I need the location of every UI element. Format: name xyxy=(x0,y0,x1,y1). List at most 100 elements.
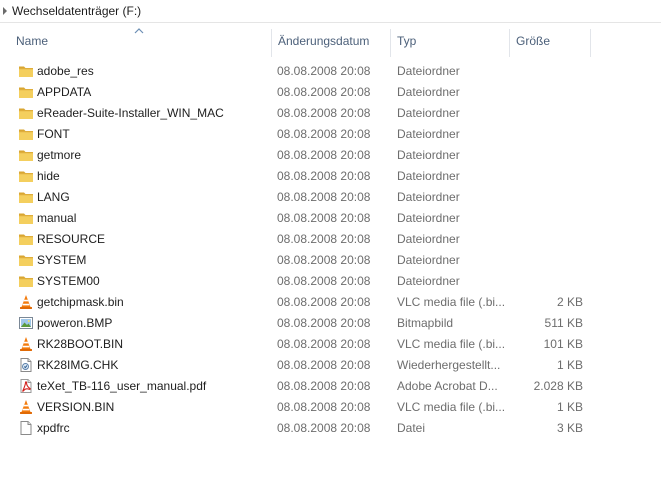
file-name: RK28BOOT.BIN xyxy=(37,337,124,351)
file-type: VLC media file (.bi... xyxy=(397,337,505,351)
folder-icon xyxy=(18,210,34,226)
list-item[interactable]: SYSTEM00 08.08.2008 20:08 Dateiordner xyxy=(0,271,661,292)
vlc-cone-icon xyxy=(18,294,34,310)
file-size: 101 KB xyxy=(543,337,583,351)
file-date: 08.08.2008 20:08 xyxy=(277,421,371,435)
file-name: teXet_TB-116_user_manual.pdf xyxy=(37,379,207,393)
file-date: 08.08.2008 20:08 xyxy=(277,295,371,309)
file-date: 08.08.2008 20:08 xyxy=(277,358,371,372)
folder-icon xyxy=(18,231,34,247)
list-item[interactable]: adobe_res 08.08.2008 20:08 Dateiordner xyxy=(0,61,661,82)
file-type: Dateiordner xyxy=(397,274,460,288)
folder-icon xyxy=(18,63,34,79)
folder-icon xyxy=(18,105,34,121)
column-header-bar: Name Änderungsdatum Typ Größe xyxy=(0,23,661,59)
bitmap-image-icon xyxy=(18,315,34,331)
list-item[interactable]: eReader-Suite-Installer_WIN_MAC 08.08.200… xyxy=(0,103,661,124)
chevron-right-icon[interactable] xyxy=(2,5,10,17)
list-item[interactable]: getchipmask.bin 08.08.2008 20:08 VLC media… xyxy=(0,292,661,313)
column-header-size-label: Größe xyxy=(516,34,551,48)
file-size: 2 KB xyxy=(556,295,583,309)
file-type: Dateiordner xyxy=(397,232,460,246)
list-item[interactable]: teXet_TB-116_user_manual.pdf 08.08.2008 2… xyxy=(0,376,661,397)
list-item[interactable]: VERSION.BIN 08.08.2008 20:08 VLC media fil… xyxy=(0,397,661,418)
folder-icon xyxy=(18,273,34,289)
list-item[interactable]: poweron.BMP 08.08.2008 20:08 Bitmapbild 511… xyxy=(0,313,661,334)
file-type: Bitmapbild xyxy=(397,316,454,330)
file-type: Dateiordner xyxy=(397,211,460,225)
sort-ascending-icon xyxy=(134,28,144,34)
file-name: VERSION.BIN xyxy=(37,400,115,414)
list-item[interactable]: FONT 08.08.2008 20:08 Dateiordner xyxy=(0,124,661,145)
file-type: VLC media file (.bi... xyxy=(397,295,505,309)
list-item[interactable]: SYSTEM 08.08.2008 20:08 Dateiordner xyxy=(0,250,661,271)
file-type: Dateiordner xyxy=(397,64,460,78)
file-date: 08.08.2008 20:08 xyxy=(277,169,371,183)
file-date: 08.08.2008 20:08 xyxy=(277,232,371,246)
file-type: Wiederhergestellt... xyxy=(397,358,501,372)
list-item[interactable]: getmore 08.08.2008 20:08 Dateiordner xyxy=(0,145,661,166)
file-date: 08.08.2008 20:08 xyxy=(277,337,371,351)
list-item[interactable]: xpdfrc 08.08.2008 20:08 Datei 3 KB xyxy=(0,418,661,439)
folder-icon xyxy=(18,252,34,268)
vlc-cone-icon xyxy=(18,399,34,415)
file-name: RESOURCE xyxy=(37,232,106,246)
file-date: 08.08.2008 20:08 xyxy=(277,211,371,225)
file-name: getmore xyxy=(37,148,82,162)
file-name: APPDATA xyxy=(37,85,92,99)
file-name: adobe_res xyxy=(37,64,94,78)
file-size: 2.028 KB xyxy=(533,379,583,393)
file-type: Dateiordner xyxy=(397,253,460,267)
file-type: Adobe Acrobat D... xyxy=(397,379,498,393)
column-header-size[interactable]: Größe xyxy=(510,23,590,59)
file-date: 08.08.2008 20:08 xyxy=(277,106,371,120)
file-name: getchipmask.bin xyxy=(37,295,124,309)
file-name: xpdfrc xyxy=(37,421,70,435)
file-list: adobe_res 08.08.2008 20:08 Dateiordner APPD… xyxy=(0,61,661,439)
column-divider[interactable] xyxy=(590,29,591,57)
breadcrumb[interactable]: Wechseldatenträger (F:) xyxy=(0,0,661,23)
file-name: SYSTEM00 xyxy=(37,274,100,288)
file-name: LANG xyxy=(37,190,70,204)
file-type: Dateiordner xyxy=(397,127,460,141)
file-type: VLC media file (.bi... xyxy=(397,400,505,414)
file-date: 08.08.2008 20:08 xyxy=(277,316,371,330)
file-size: 511 KB xyxy=(544,316,583,330)
file-date: 08.08.2008 20:08 xyxy=(277,274,371,288)
column-header-type-label: Typ xyxy=(397,34,417,48)
file-name: hide xyxy=(37,169,60,183)
pdf-icon xyxy=(18,378,34,394)
list-item[interactable]: manual 08.08.2008 20:08 Dateiordner xyxy=(0,208,661,229)
blank-file-icon xyxy=(18,420,34,436)
list-item[interactable]: RK28IMG.CHK 08.08.2008 20:08 Wiederhergest… xyxy=(0,355,661,376)
list-item[interactable]: hide 08.08.2008 20:08 Dateiordner xyxy=(0,166,661,187)
breadcrumb-drive-label[interactable]: Wechseldatenträger (F:) xyxy=(12,4,141,18)
list-item[interactable]: LANG 08.08.2008 20:08 Dateiordner xyxy=(0,187,661,208)
folder-icon xyxy=(18,168,34,184)
list-item[interactable]: RESOURCE 08.08.2008 20:08 Dateiordner xyxy=(0,229,661,250)
file-date: 08.08.2008 20:08 xyxy=(277,190,371,204)
file-size: 3 KB xyxy=(556,421,583,435)
file-name: FONT xyxy=(37,127,70,141)
folder-icon xyxy=(18,84,34,100)
folder-icon xyxy=(18,189,34,205)
column-header-date-label: Änderungsdatum xyxy=(278,34,370,48)
column-header-date[interactable]: Änderungsdatum xyxy=(272,23,390,59)
file-name: poweron.BMP xyxy=(37,316,113,330)
file-date: 08.08.2008 20:08 xyxy=(277,400,371,414)
file-type: Datei xyxy=(397,421,426,435)
file-type: Dateiordner xyxy=(397,148,460,162)
list-item[interactable]: APPDATA 08.08.2008 20:08 Dateiordner xyxy=(0,82,661,103)
file-name: RK28IMG.CHK xyxy=(37,358,119,372)
file-size: 1 KB xyxy=(556,358,583,372)
list-item[interactable]: RK28BOOT.BIN 08.08.2008 20:08 VLC media fi… xyxy=(0,334,661,355)
folder-icon xyxy=(18,126,34,142)
file-type: Dateiordner xyxy=(397,106,460,120)
file-name: eReader-Suite-Installer_WIN_MAC xyxy=(37,106,224,120)
file-date: 08.08.2008 20:08 xyxy=(277,127,371,141)
column-header-name-label: Name xyxy=(16,34,49,48)
folder-icon xyxy=(18,147,34,163)
column-header-type[interactable]: Typ xyxy=(391,23,509,59)
file-date: 08.08.2008 20:08 xyxy=(277,148,371,162)
vlc-cone-icon xyxy=(18,336,34,352)
